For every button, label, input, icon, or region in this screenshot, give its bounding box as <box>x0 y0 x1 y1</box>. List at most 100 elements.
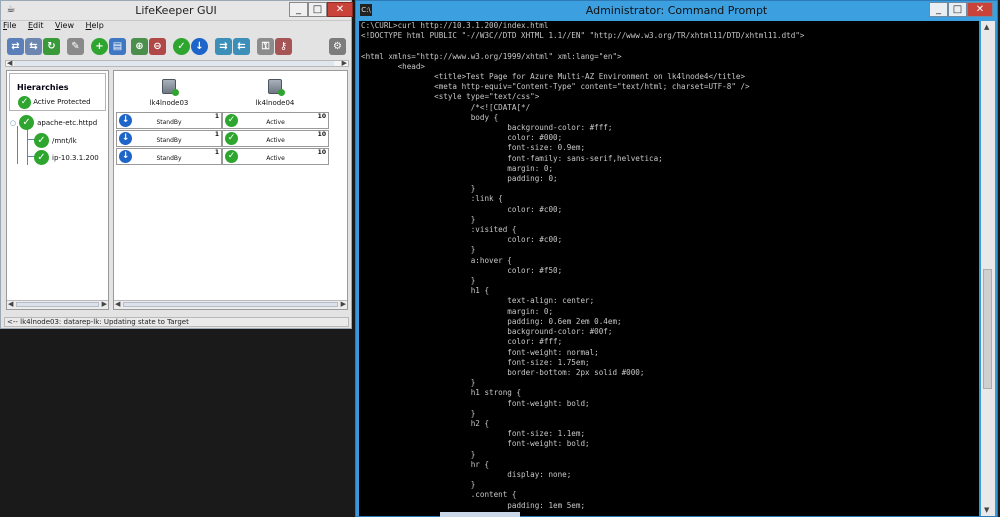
menu-help[interactable]: Help <box>86 21 104 30</box>
scroll-up-arrow-icon[interactable]: ▲ <box>984 23 989 31</box>
hierarchies-heading: Hierarchies <box>17 83 69 92</box>
server-icon <box>268 79 285 96</box>
tree-connector <box>17 126 18 164</box>
create-resource-icon[interactable]: + <box>91 38 108 55</box>
tree-item-mnt-lk[interactable]: ✓ /mnt/lk <box>34 133 77 148</box>
scroll-right-arrow-icon[interactable]: ▶ <box>341 300 346 308</box>
server-column-header[interactable]: lk4lnode04 <box>230 79 320 107</box>
scroll-thumb[interactable] <box>16 302 99 307</box>
config-icon[interactable]: ⚙ <box>329 38 346 55</box>
delete-dependency-icon[interactable]: ⇇ <box>233 38 250 55</box>
check-icon: ✓ <box>34 150 49 165</box>
close-button[interactable]: ✕ <box>967 2 993 17</box>
resource-state: Active <box>266 119 285 126</box>
maximize-button[interactable]: □ <box>948 2 967 17</box>
tree-item-ip[interactable]: ✓ ip-10.3.1.200 <box>34 150 99 165</box>
console-line: background-color: #00f; <box>361 327 613 337</box>
scroll-left-arrow-icon[interactable]: ◀ <box>8 300 13 308</box>
tree-expand-icon[interactable]: ○ <box>10 119 16 127</box>
disconnect-server-icon[interactable]: ⇆ <box>25 38 42 55</box>
tree-item-label: ip-10.3.1.200 <box>52 153 99 162</box>
console-line: h2 { <box>361 418 490 428</box>
console-line: font-weight: normal; <box>361 347 599 357</box>
lifekeeper-window: ☕ LifeKeeper GUI _ □ ✕ File Edit View He… <box>0 0 353 329</box>
console-line: .content { <box>361 490 517 500</box>
unextend-hierarchy-icon[interactable]: ⊖ <box>149 38 166 55</box>
scroll-left-arrow-icon[interactable]: ◀ <box>7 59 12 67</box>
resource-state: Active <box>266 137 285 144</box>
menu-edit[interactable]: Edit <box>28 21 44 30</box>
tree-item-apache[interactable]: ○ ✓ apache-etc.httpd <box>10 115 97 130</box>
delete-comm-path-icon[interactable]: ⚷ <box>275 38 292 55</box>
console-scrollbar[interactable]: ▲ ▼ <box>981 21 995 516</box>
hierarchy-tree-pane: Hierarchies ✓ Active Protected ○ ✓ apach… <box>6 70 109 310</box>
out-of-service-icon[interactable]: ↓ <box>191 38 208 55</box>
scroll-right-arrow-icon[interactable]: ▶ <box>102 300 107 308</box>
console-output[interactable]: C:\CURL>curl http://10.3.1.200/index.htm… <box>359 21 979 516</box>
check-icon: ✓ <box>34 133 49 148</box>
console-line: margin: 0; <box>361 306 554 316</box>
tree-item-label: /mnt/lk <box>52 136 77 145</box>
scroll-right-arrow-icon[interactable]: ▶ <box>342 59 347 67</box>
create-comm-path-icon[interactable]: ⚿ <box>257 38 274 55</box>
console-line: } <box>361 214 476 224</box>
minimize-button[interactable]: _ <box>289 2 308 17</box>
console-text: C:\CURL>curl http://10.3.1.200/index.htm… <box>359 21 979 516</box>
cmd-titlebar[interactable]: C:\ Administrator: Command Prompt _ □ ✕ <box>356 1 997 21</box>
console-line: color: #c00; <box>361 204 563 214</box>
console-line: font-size: 0.9em; <box>361 143 586 153</box>
console-line: padding: 0.6em 2em 0.4em; <box>361 316 622 326</box>
command-prompt-window: C:\ Administrator: Command Prompt _ □ ✕ … <box>355 0 998 517</box>
scroll-down-arrow-icon[interactable]: ▼ <box>984 506 989 514</box>
toolbar-scrollbar[interactable]: ◀ ▶ <box>5 59 349 67</box>
console-line: <!DOCTYPE html PUBLIC "-//W3C//DTD XHTML… <box>361 31 805 41</box>
left-pane-scrollbar[interactable]: ◀ ▶ <box>7 300 108 309</box>
console-line: background-color: #fff; <box>361 123 613 133</box>
console-line: color: #000; <box>361 133 563 143</box>
server-column-header[interactable]: lk4lnode03 <box>124 79 214 107</box>
resource-priority: 10 <box>317 149 326 156</box>
create-dependency-icon[interactable]: ⇉ <box>215 38 232 55</box>
resource-status-cell[interactable]: ✓ Active 10 <box>222 112 329 129</box>
console-line: :visited { <box>361 225 517 235</box>
console-line: h1 strong { <box>361 388 522 398</box>
edit-hierarchy-icon[interactable]: ▤ <box>109 38 126 55</box>
status-bar: <-- lk4lnode03: datarep-lk: Updating sta… <box>4 317 349 327</box>
resource-status-cell[interactable]: ↓ StandBy 1 <box>116 112 222 129</box>
console-line: padding: 0; <box>361 174 558 184</box>
minimize-button[interactable]: _ <box>929 2 948 17</box>
console-line: } <box>361 378 476 388</box>
properties-icon[interactable]: ✎ <box>67 38 84 55</box>
resource-status-cell[interactable]: ↓ StandBy 1 <box>116 148 222 165</box>
resource-status-cell[interactable]: ✓ Active 10 <box>222 148 329 165</box>
console-line: } <box>361 449 476 459</box>
lifekeeper-titlebar[interactable]: ☕ LifeKeeper GUI _ □ ✕ <box>1 1 353 21</box>
scroll-thumb[interactable] <box>983 269 992 389</box>
console-line: } <box>361 480 476 490</box>
connect-server-icon[interactable]: ⇄ <box>7 38 24 55</box>
close-button[interactable]: ✕ <box>327 2 353 17</box>
console-line: text-align: center; <box>361 296 595 306</box>
toolbar: ⇄ ⇆ ↻ ✎ + ▤ ⊕ ⊖ ✓ ↓ ⇉ ⇇ ⚿ ⚷ ⚙ <box>5 37 349 59</box>
right-pane-scrollbar[interactable]: ◀ ▶ <box>114 300 347 309</box>
scroll-thumb[interactable] <box>14 61 334 66</box>
console-line: hr { <box>361 459 490 469</box>
console-line: font-family: sans-serif,helvetica; <box>361 153 663 163</box>
refresh-icon[interactable]: ↻ <box>43 38 60 55</box>
console-line: } <box>361 276 476 286</box>
scroll-left-arrow-icon[interactable]: ◀ <box>115 300 120 308</box>
console-line: color: #f50; <box>361 265 563 275</box>
console-line: <head> <box>361 61 426 71</box>
check-icon: ✓ <box>18 96 31 109</box>
menu-file[interactable]: File <box>3 21 16 30</box>
console-line: font-weight: bold; <box>361 398 590 408</box>
resource-priority: 10 <box>317 131 326 138</box>
in-service-icon[interactable]: ✓ <box>173 38 190 55</box>
hierarchies-legend: Hierarchies ✓ Active Protected <box>9 73 106 111</box>
menu-view[interactable]: View <box>55 21 74 30</box>
extend-hierarchy-icon[interactable]: ⊕ <box>131 38 148 55</box>
resource-status-cell[interactable]: ↓ StandBy 1 <box>116 130 222 147</box>
maximize-button[interactable]: □ <box>308 2 327 17</box>
resource-status-cell[interactable]: ✓ Active 10 <box>222 130 329 147</box>
scroll-thumb[interactable] <box>123 302 338 307</box>
